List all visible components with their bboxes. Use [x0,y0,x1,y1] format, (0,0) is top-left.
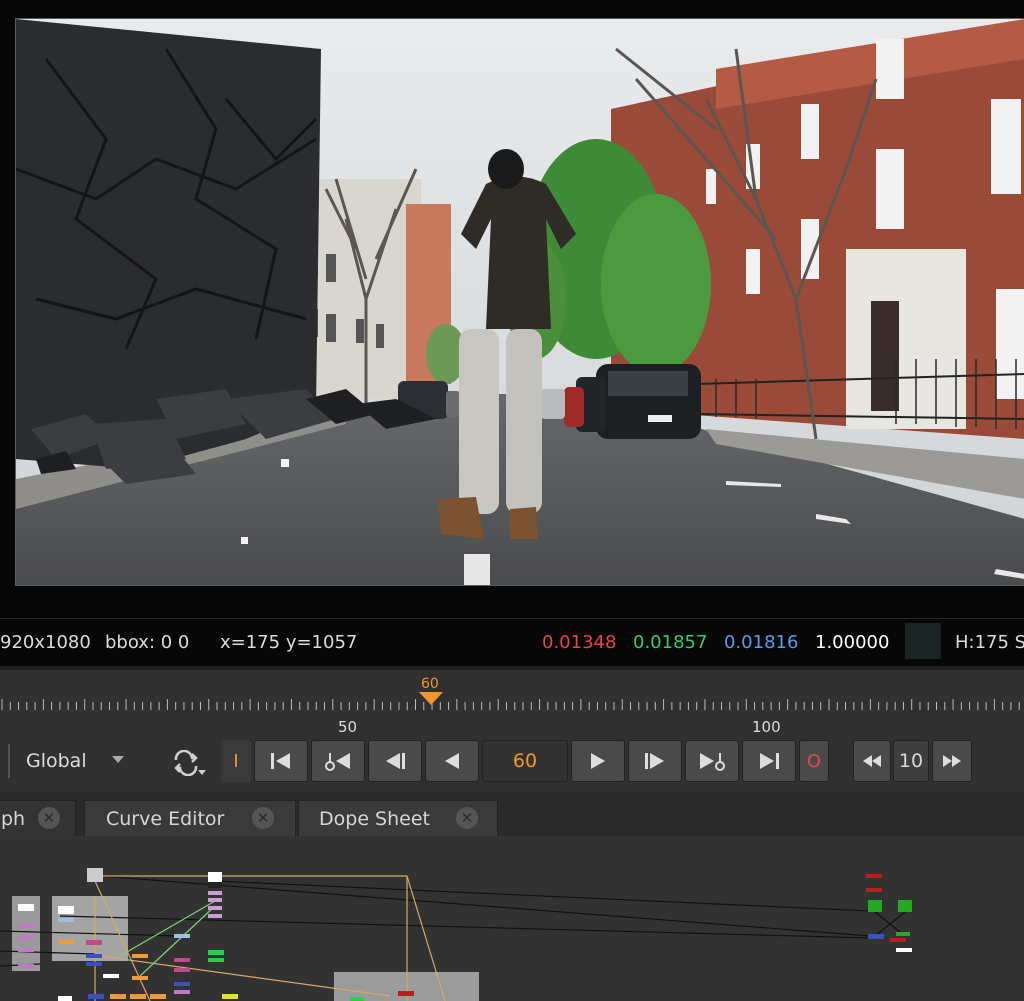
increment-field[interactable]: 10 [893,740,929,782]
bbox-readout: bbox: 0 0 [105,632,190,653]
current-frame-label: 60 [421,676,439,692]
alpha-value: 1.00000 [815,632,890,653]
close-icon[interactable]: ✕ [38,807,60,829]
prev-keyframe-icon [325,753,350,771]
set-in-point-button[interactable]: I [221,740,251,782]
ruler-label-100: 100 [752,718,781,736]
green-value: 0.01857 [633,632,708,653]
viewer-panel [0,0,1024,618]
play-forward-button[interactable] [571,740,625,782]
next-keyframe-button[interactable] [685,740,739,782]
skip-to-end-icon [760,753,779,769]
previous-keyframe-button[interactable] [311,740,365,782]
viewer-image[interactable] [15,18,1024,586]
last-frame-button[interactable] [742,740,796,782]
playhead-marker-icon[interactable] [419,692,443,706]
skip-to-start-icon [271,753,290,769]
tab-node-graph[interactable]: ph ✕ [0,800,76,836]
tab-node-graph-label: ph [1,808,26,830]
frame-field[interactable]: 60 [482,740,568,782]
street-scene-image [16,19,1024,585]
play-backward-button[interactable] [425,740,479,782]
play-reverse-icon [445,753,459,769]
step-forward-icon [645,753,664,769]
blue-value: 0.01816 [724,632,799,653]
close-icon[interactable]: ✕ [252,807,274,829]
node-graph-network [0,868,912,1001]
node-graph-canvas[interactable] [0,836,1024,1001]
tab-dope-sheet[interactable]: Dope Sheet ✕ [298,800,498,836]
close-icon[interactable]: ✕ [456,807,478,829]
tab-curve-editor-label: Curve Editor [106,808,225,830]
range-mode-select[interactable]: Global [26,750,87,772]
cursor-coords: x=175 y=1057 [220,632,358,653]
loop-mode-icon[interactable] [172,750,208,776]
play-icon [591,753,605,769]
previous-frame-button[interactable] [368,740,422,782]
red-value: 0.01348 [542,632,617,653]
ruler-label-50: 50 [338,718,358,736]
skip-back-increment-button[interactable] [853,740,891,782]
color-swatch [905,623,941,659]
next-keyframe-icon [700,753,725,771]
first-frame-button[interactable] [254,740,308,782]
divider [8,744,10,778]
chevron-down-icon[interactable] [112,756,124,764]
fast-forward-icon [943,755,961,767]
timeline-ruler-ticks[interactable] [0,697,1024,713]
next-frame-button[interactable] [628,740,682,782]
set-out-point-button[interactable]: O [799,740,829,782]
rewind-icon [863,755,881,767]
hsv-readout: H:175 S [955,632,1024,653]
viewer-info-bar: 920x1080 bbox: 0 0 x=175 y=1057 0.01348 … [0,618,1024,667]
format-readout: 920x1080 [0,632,91,653]
step-back-icon [386,753,405,769]
skip-forward-increment-button[interactable] [932,740,972,782]
tab-curve-editor[interactable]: Curve Editor ✕ [84,800,296,836]
tab-dope-sheet-label: Dope Sheet [319,808,430,830]
